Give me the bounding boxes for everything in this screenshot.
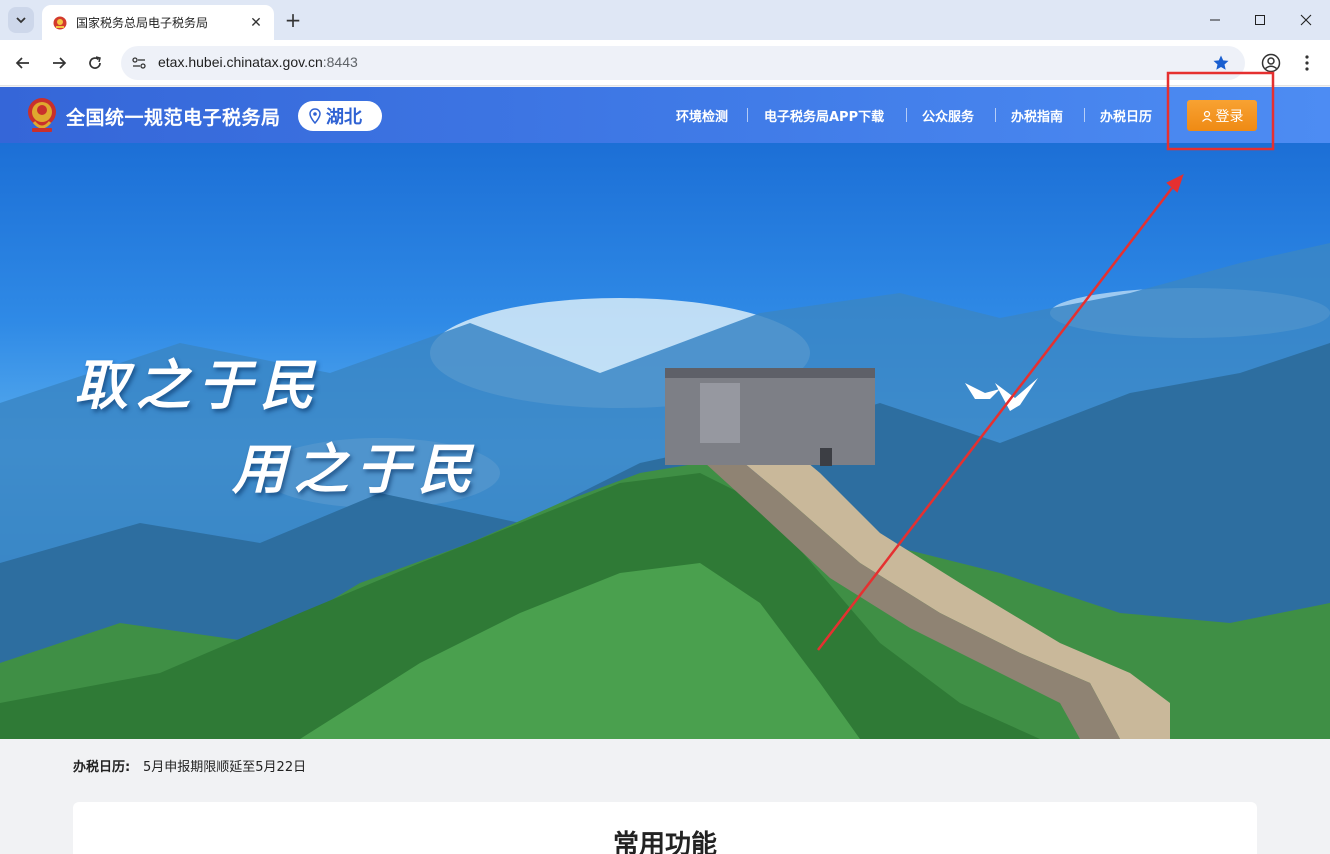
plus-icon[interactable]: + <box>282 9 304 31</box>
nav-divider <box>1084 108 1085 122</box>
nav-tax-calendar[interactable]: 办税日历 <box>1100 106 1152 125</box>
maximize-icon[interactable] <box>1237 0 1283 40</box>
site-brand[interactable]: 全国统一规范电子税务局 <box>66 103 281 130</box>
browser-tab[interactable]: 国家税务总局电子税务局 ✕ <box>42 5 274 40</box>
emblem-icon[interactable] <box>24 96 60 134</box>
notice-label: 办税日历: <box>73 760 131 775</box>
hero-banner: 取之于民 用之于民 <box>0 143 1330 739</box>
user-icon <box>1201 110 1212 122</box>
nav-env-check[interactable]: 环境检测 <box>676 106 728 125</box>
nav-divider <box>995 108 996 122</box>
login-button[interactable]: 登录 <box>1187 100 1257 131</box>
minimize-icon[interactable] <box>1192 0 1238 40</box>
favicon-icon <box>53 16 67 29</box>
login-label: 登录 <box>1215 108 1244 125</box>
nav-divider <box>906 108 907 122</box>
section-title: 常用功能 <box>612 830 717 854</box>
window-close-icon[interactable] <box>1283 0 1329 40</box>
url-port: :8443 <box>322 54 358 70</box>
region-selector[interactable]: 湖北 <box>298 101 382 131</box>
location-pin-icon <box>309 108 321 124</box>
site-info-icon[interactable] <box>129 53 149 73</box>
bookmark-star-icon[interactable] <box>1211 53 1231 73</box>
tab-title: 国家税务总局电子税务局 <box>76 16 209 30</box>
browser-tab-bar: 国家税务总局电子税务局 ✕ + <box>0 0 1330 40</box>
reload-icon[interactable] <box>82 50 108 76</box>
close-icon[interactable]: ✕ <box>246 13 266 33</box>
site-header: 全国统一规范电子税务局 湖北 环境检测 电子税务局APP下载 公众服务 办税指南… <box>0 87 1330 143</box>
region-label: 湖北 <box>326 107 362 128</box>
tab-search-button[interactable] <box>8 7 34 33</box>
great-wall-landscape <box>0 243 1330 739</box>
slogan-line-1: 取之于民 <box>74 353 322 417</box>
tax-calendar-notice: 办税日历: 5月申报期限顺延至5月22日 <box>0 739 1330 789</box>
nav-tax-guide[interactable]: 办税指南 <box>1011 106 1063 125</box>
profile-icon[interactable] <box>1258 50 1284 76</box>
nav-divider <box>747 108 748 122</box>
chevron-down-icon <box>16 17 26 24</box>
url-text: etax.hubei.chinatax.gov.cn:8443 <box>158 54 358 70</box>
forward-icon[interactable] <box>46 50 72 76</box>
menu-dots-icon[interactable] <box>1294 50 1320 76</box>
browser-toolbar: etax.hubei.chinatax.gov.cn:8443 <box>0 40 1330 86</box>
url-host: etax.hubei.chinatax.gov.cn <box>158 54 323 70</box>
slogan-line-2: 用之于民 <box>232 437 480 501</box>
address-bar[interactable]: etax.hubei.chinatax.gov.cn:8443 <box>121 46 1245 80</box>
common-functions-card: 常用功能 <box>73 802 1257 854</box>
nav-public-service[interactable]: 公众服务 <box>922 106 974 125</box>
back-icon[interactable] <box>10 50 36 76</box>
notice-text[interactable]: 5月申报期限顺延至5月22日 <box>143 756 306 775</box>
nav-app-download[interactable]: 电子税务局APP下载 <box>764 106 884 125</box>
